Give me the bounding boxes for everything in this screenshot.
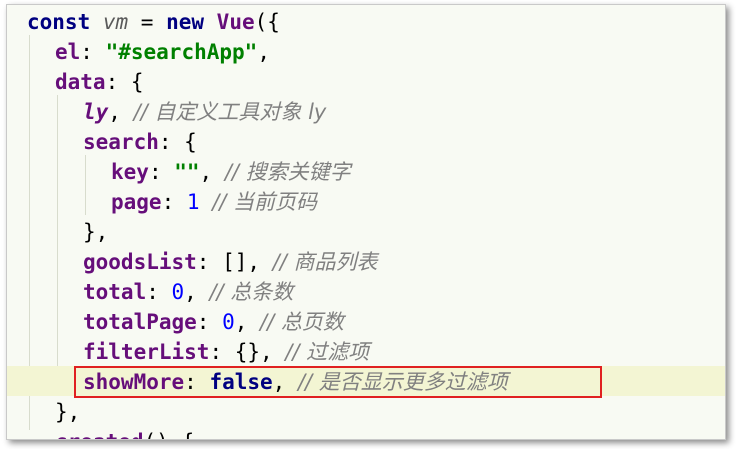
code-token-plain: :	[146, 280, 172, 304]
code-line: page: 1 // 当前页码	[111, 187, 317, 217]
code-token-cmt: // 总页数	[260, 310, 344, 334]
code-token-plain: :	[184, 370, 210, 394]
code-token-prop: showMore	[83, 370, 185, 394]
indent-guide-3	[85, 155, 86, 215]
code-token-plain: ,	[272, 370, 298, 394]
code-token-plain: },	[55, 400, 81, 424]
code-token-num: 0	[171, 280, 185, 304]
code-line: totalPage: 0, // 总页数	[83, 307, 344, 337]
code-token-kw: new	[166, 10, 217, 34]
code-line: el: "#searchApp",	[55, 37, 270, 67]
code-token-plain: ,	[199, 160, 225, 184]
code-line: filterList: {}, // 过滤项	[83, 337, 369, 367]
code-token-plain: : [],	[196, 250, 273, 274]
code-token-plain: ({	[254, 10, 280, 34]
code-token-cmt: // 过滤项	[285, 340, 370, 364]
code-line: ly, // 自定义工具对象 ly	[83, 97, 326, 127]
code-token-cmt: // 商品列表	[272, 250, 378, 274]
code-token-var: vm	[102, 10, 129, 34]
code-token-prop: data	[55, 70, 106, 94]
code-line: },	[83, 217, 108, 247]
code-token-plain: :	[80, 40, 106, 64]
code-token-cmt: // 当前页码	[212, 190, 318, 214]
code-line: },	[55, 397, 80, 427]
code-token-num: 1	[186, 190, 200, 214]
code-line: search: {	[83, 127, 197, 157]
code-token-cmt: // 总条数	[209, 280, 294, 304]
code-token-prop: goodsList	[83, 250, 197, 274]
code-token-plain: },	[83, 220, 109, 244]
code-token-plain: :	[161, 190, 187, 214]
code-token-num: 0	[222, 310, 235, 334]
code-line-highlighted: showMore: false, // 是否显示更多过滤项	[83, 367, 508, 397]
code-token-prop: total	[83, 280, 147, 304]
code-editor[interactable]: const vm = new Vue({el: "#searchApp", dat…	[6, 4, 726, 440]
code-token-prop: filterList	[83, 340, 210, 364]
code-token-str: "#searchApp"	[105, 40, 258, 64]
code-token-cmt: // 搜索关键字	[224, 160, 351, 184]
indent-guide-2	[57, 95, 58, 395]
code-token-prop: page	[111, 190, 162, 214]
code-line: total: 0, // 总条数	[83, 277, 293, 307]
code-token-prop: el	[55, 40, 81, 64]
code-line: goodsList: [], // 商品列表	[83, 247, 377, 277]
code-line: key: "", // 搜索关键字	[111, 157, 351, 187]
code-token-cmt: // 是否显示更多过滤项	[297, 370, 508, 394]
code-token-plain: () {	[144, 430, 195, 439]
code-token-prop: totalPage	[83, 310, 197, 334]
code-token-prop: created	[55, 430, 144, 439]
code-token-cmt: // 自定义工具对象 ly	[133, 100, 327, 124]
code-line: created() {	[55, 427, 195, 439]
code-token-kw: const	[27, 10, 103, 34]
code-token-prop: key	[111, 160, 149, 184]
code-token-plain: ,	[234, 310, 261, 334]
code-token-prop: Vue	[216, 10, 255, 34]
code-token-plain: ,	[184, 280, 210, 304]
code-token-kw: false	[209, 370, 273, 394]
code-token-plain: :	[196, 310, 223, 334]
code-token-plain: :	[148, 160, 175, 184]
code-token-str: ""	[174, 160, 200, 184]
code-token-plain: =	[128, 10, 167, 34]
code-token-plain: ,	[108, 100, 134, 124]
code-token-plain: ,	[257, 40, 270, 64]
code-token-plain: : {},	[209, 340, 286, 364]
code-token-prop-i: ly	[83, 100, 109, 124]
code-line: const vm = new Vue({	[27, 7, 280, 37]
code-token-plain: : {	[105, 70, 144, 94]
code-token-plain: : {	[158, 130, 197, 154]
code-token-prop: search	[83, 130, 159, 154]
code-line: data: {	[55, 67, 144, 97]
